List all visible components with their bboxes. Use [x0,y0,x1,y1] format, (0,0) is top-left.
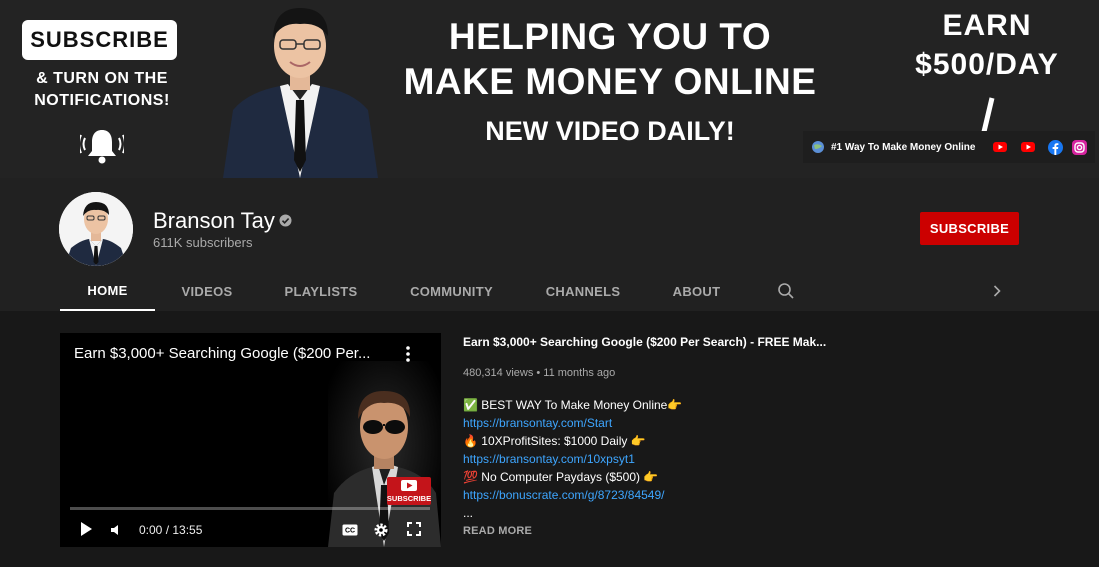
facebook-icon[interactable] [1048,139,1064,155]
youtube-icon[interactable] [993,142,1008,152]
banner-headline-line2: MAKE MONEY ONLINE [403,61,817,102]
read-more-button[interactable]: READ MORE [463,525,532,537]
subscriber-count: 611K subscribers [153,235,253,250]
description-line: 💯 No Computer Paydays ($500) 👉 [463,470,659,484]
subscribe-watermark-text: SUBSCRIBE [387,494,431,503]
banner-links-bar[interactable]: #1 Way To Make Money Online [803,131,1095,163]
banner-headline: HELPING YOU TO MAKE MONEY ONLINE [380,14,840,104]
video-time: 0:00 / 13:55 [139,523,203,537]
description-link[interactable]: https://bonuscrate.com/g/8723/84549/ [463,486,883,504]
tab-home[interactable]: HOME [60,272,155,311]
banner-person-image [223,8,378,178]
closed-captions-icon[interactable]: CC [342,524,358,536]
globe-icon [812,141,824,153]
tab-community[interactable]: COMMUNITY [400,272,503,311]
banner-earn-text: EARN $500/DAY [880,6,1094,84]
featured-video-description: ✅ BEST WAY To Make Money Online👉 https:/… [463,396,883,522]
banner-subscribe-text: SUBSCRIBE [22,20,177,60]
banner-link-text[interactable]: #1 Way To Make Money Online [831,142,975,153]
banner-turn-on-line1: & TURN ON THE [36,70,168,87]
description-line: ✅ BEST WAY To Make Money Online👉 [463,398,683,412]
channel-name: Branson Tay [153,208,275,233]
banner-daily-text: NEW VIDEO DAILY! [485,116,735,146]
video-thumbnail-figure [328,361,441,547]
featured-video-meta: 480,314 views • 11 months ago [463,367,616,379]
banner-notifications-text: & TURN ON THE NOTIFICATIONS! [22,68,182,112]
svg-text:CC: CC [345,528,355,535]
bell-icon [80,130,124,164]
tab-playlists[interactable]: PLAYLISTS [276,272,366,311]
tab-about[interactable]: ABOUT [663,272,730,311]
tab-channels[interactable]: CHANNELS [537,272,629,311]
home-content: Earn $3,000+ Searching Google ($200 Per.… [0,311,1099,567]
description-line: 🔥 10XProfitSites: $1000 Daily 👉 [463,434,646,448]
player-video-title[interactable]: Earn $3,000+ Searching Google ($200 Per.… [74,345,404,362]
featured-video-title[interactable]: Earn $3,000+ Searching Google ($200 Per … [463,335,843,349]
verified-badge-icon [279,214,292,227]
youtube-icon[interactable] [1021,142,1036,152]
description-ellipsis: ... [463,506,474,520]
channel-header: Branson Tay 611K subscribers SUBSCRIBE H… [0,178,1099,311]
description-link[interactable]: https://bransontay.com/Start [463,414,883,432]
instagram-icon[interactable] [1072,139,1088,155]
channel-banner: SUBSCRIBE & TURN ON THE NOTIFICATIONS! H… [0,0,1099,178]
channel-avatar[interactable] [59,192,133,266]
video-progress-bar[interactable] [70,507,430,510]
chevron-right-icon[interactable] [990,284,1004,298]
banner-earn-line1: EARN [942,9,1032,42]
fullscreen-icon[interactable] [407,522,421,536]
settings-gear-icon[interactable] [373,522,389,538]
video-player[interactable]: Earn $3,000+ Searching Google ($200 Per.… [60,333,441,547]
tab-videos[interactable]: VIDEOS [172,272,242,311]
banner-headline-line1: HELPING YOU TO [448,16,772,57]
volume-icon[interactable] [111,525,123,535]
banner-earn-line2: $500/DAY [915,48,1059,81]
banner-turn-on-line2: NOTIFICATIONS! [34,92,170,109]
search-icon[interactable] [777,282,795,300]
play-icon[interactable] [80,522,92,536]
subscribe-button[interactable]: SUBSCRIBE [920,212,1019,245]
subscribe-watermark-logo[interactable]: SUBSCRIBE [387,477,431,505]
more-vert-icon[interactable] [402,345,414,363]
channel-tabs: HOME VIDEOS PLAYLISTS COMMUNITY CHANNELS… [0,272,1099,311]
description-link[interactable]: https://bransontay.com/10xpsyt1 [463,450,883,468]
avatar-person-image [59,192,133,266]
